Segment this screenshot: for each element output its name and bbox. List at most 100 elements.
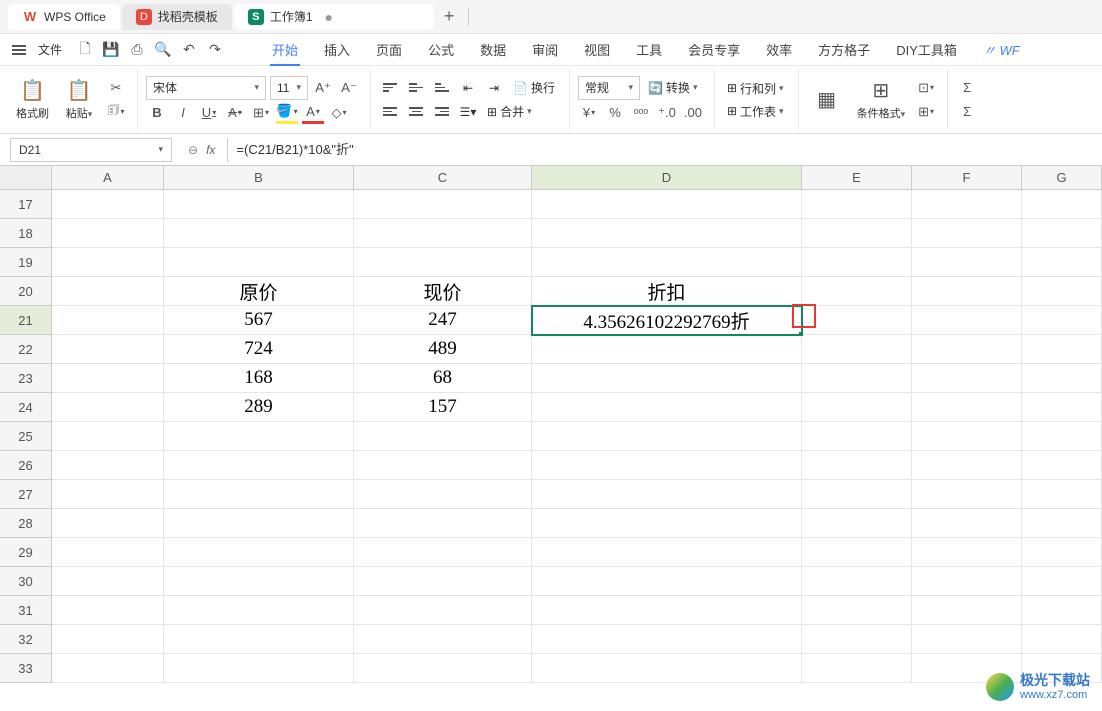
- cell[interactable]: [912, 335, 1022, 364]
- tab-data[interactable]: 数据: [478, 34, 508, 65]
- cell[interactable]: [912, 451, 1022, 480]
- cell[interactable]: [802, 509, 912, 538]
- cell[interactable]: [164, 248, 354, 277]
- cell[interactable]: 567: [164, 306, 354, 335]
- cell[interactable]: [1022, 625, 1102, 654]
- cell[interactable]: [52, 538, 164, 567]
- cell[interactable]: [802, 306, 912, 335]
- cell[interactable]: [912, 596, 1022, 625]
- cell[interactable]: [802, 538, 912, 567]
- app-tab-wps[interactable]: W WPS Office: [8, 4, 120, 30]
- cell[interactable]: [532, 335, 802, 364]
- col-header-G[interactable]: G: [1022, 166, 1102, 190]
- app-tab-template[interactable]: D 找稻壳模板: [122, 4, 232, 30]
- row-header[interactable]: 20: [0, 277, 52, 306]
- cell[interactable]: [1022, 219, 1102, 248]
- align-bottom-icon[interactable]: [431, 77, 453, 99]
- cell[interactable]: [912, 364, 1022, 393]
- cell[interactable]: [912, 480, 1022, 509]
- align-center-icon[interactable]: [405, 101, 427, 123]
- align-right-icon[interactable]: [431, 101, 453, 123]
- row-header[interactable]: 24: [0, 393, 52, 422]
- cell[interactable]: [1022, 596, 1102, 625]
- cell[interactable]: [912, 393, 1022, 422]
- cell[interactable]: [802, 248, 912, 277]
- cell[interactable]: [532, 248, 802, 277]
- cell[interactable]: [912, 190, 1022, 219]
- cell[interactable]: 724: [164, 335, 354, 364]
- print-preview-icon[interactable]: 🔍: [152, 39, 174, 61]
- col-header-D[interactable]: D: [532, 166, 802, 190]
- cell[interactable]: [912, 567, 1022, 596]
- percent-icon[interactable]: %: [604, 102, 626, 124]
- align-left-icon[interactable]: [379, 101, 401, 123]
- sum-icon[interactable]: Σ: [956, 77, 978, 99]
- merge-button[interactable]: ⊞合并▾: [483, 101, 536, 122]
- cell[interactable]: [1022, 480, 1102, 509]
- decrease-decimal-icon[interactable]: .00: [682, 102, 704, 124]
- bold-button[interactable]: B: [146, 102, 168, 124]
- cell[interactable]: [1022, 364, 1102, 393]
- cell[interactable]: [532, 538, 802, 567]
- cell[interactable]: [802, 190, 912, 219]
- cell[interactable]: [802, 654, 912, 683]
- wrap-text-button[interactable]: 📄换行: [509, 77, 559, 98]
- undo-icon[interactable]: ↶: [178, 39, 200, 61]
- tab-page[interactable]: 页面: [374, 34, 404, 65]
- cell[interactable]: [532, 480, 802, 509]
- cell[interactable]: [52, 190, 164, 219]
- col-header-A[interactable]: A: [52, 166, 164, 190]
- cell[interactable]: [802, 480, 912, 509]
- cell[interactable]: [164, 451, 354, 480]
- cell[interactable]: [354, 509, 532, 538]
- row-header[interactable]: 19: [0, 248, 52, 277]
- cell[interactable]: [1022, 567, 1102, 596]
- cell[interactable]: [912, 248, 1022, 277]
- cancel-formula-icon[interactable]: ⊖: [188, 143, 198, 157]
- cell[interactable]: [354, 654, 532, 683]
- row-header[interactable]: 26: [0, 451, 52, 480]
- cell[interactable]: [354, 538, 532, 567]
- cell[interactable]: [802, 451, 912, 480]
- decrease-indent-icon[interactable]: ⇤: [457, 77, 479, 99]
- hamburger-icon[interactable]: [12, 43, 26, 57]
- print-icon[interactable]: ⎙: [126, 39, 148, 61]
- cell[interactable]: [912, 422, 1022, 451]
- worksheet-button[interactable]: ⊞工作表▾: [723, 101, 788, 122]
- cell[interactable]: [164, 596, 354, 625]
- cell[interactable]: 489: [354, 335, 532, 364]
- cell[interactable]: 4.35626102292769折: [532, 306, 802, 335]
- currency-icon[interactable]: ¥▾: [578, 102, 600, 124]
- cell[interactable]: [52, 509, 164, 538]
- tab-review[interactable]: 审阅: [530, 34, 560, 65]
- cell[interactable]: 247: [354, 306, 532, 335]
- cell[interactable]: [52, 219, 164, 248]
- tab-efficiency[interactable]: 效率: [764, 34, 794, 65]
- name-box[interactable]: D21 ▾: [10, 138, 172, 162]
- cell[interactable]: [532, 190, 802, 219]
- cell[interactable]: [1022, 306, 1102, 335]
- row-header[interactable]: 30: [0, 567, 52, 596]
- cell[interactable]: [1022, 451, 1102, 480]
- cell[interactable]: [532, 509, 802, 538]
- cell[interactable]: [802, 393, 912, 422]
- table-style-button[interactable]: ▦: [807, 86, 847, 114]
- increase-indent-icon[interactable]: ⇥: [483, 77, 505, 99]
- number-format-select[interactable]: 常规▾: [578, 76, 640, 100]
- cell[interactable]: [802, 567, 912, 596]
- cell[interactable]: 折扣: [532, 277, 802, 306]
- font-size-select[interactable]: 11▾: [270, 76, 308, 100]
- cell[interactable]: [532, 364, 802, 393]
- cell[interactable]: 68: [354, 364, 532, 393]
- format-painter-button[interactable]: 📋 格式刷: [12, 77, 53, 123]
- tab-wp[interactable]: 〃 WF: [981, 34, 1022, 65]
- new-file-icon[interactable]: 🗋: [74, 39, 96, 61]
- cell[interactable]: [532, 596, 802, 625]
- tab-tools[interactable]: 工具: [634, 34, 664, 65]
- col-header-F[interactable]: F: [912, 166, 1022, 190]
- cell[interactable]: [354, 248, 532, 277]
- col-header-E[interactable]: E: [802, 166, 912, 190]
- row-header[interactable]: 17: [0, 190, 52, 219]
- cell[interactable]: [532, 567, 802, 596]
- cell[interactable]: 157: [354, 393, 532, 422]
